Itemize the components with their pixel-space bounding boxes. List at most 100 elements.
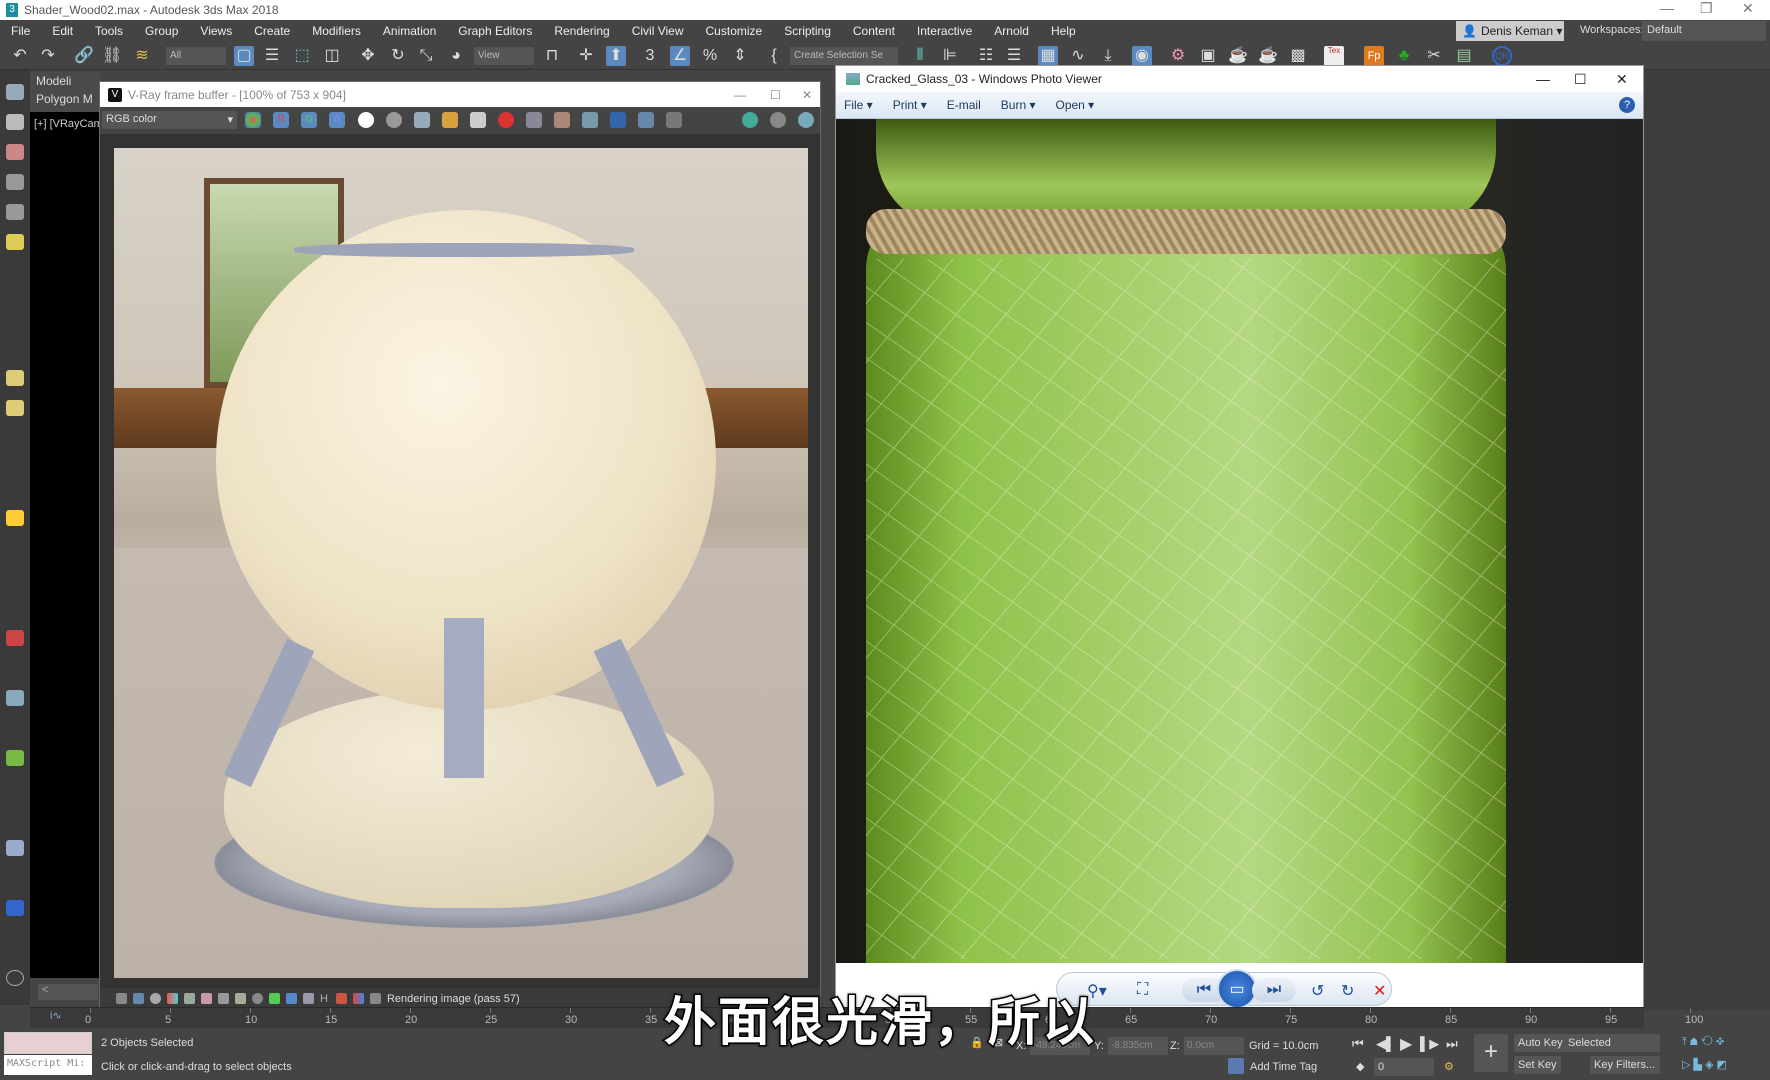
delete-icon[interactable]: ✕: [1373, 981, 1386, 1001]
alpha-icon[interactable]: [358, 112, 374, 128]
info-icon[interactable]: [150, 993, 161, 1004]
region-render-icon[interactable]: [526, 112, 542, 128]
pixel-info-icon[interactable]: [184, 993, 195, 1004]
rendered-frame-window-icon[interactable]: ▣: [1198, 46, 1218, 66]
srgb-icon[interactable]: [269, 993, 280, 1004]
zoom-50-icon[interactable]: [638, 112, 654, 128]
pivot-icon[interactable]: ⊓: [542, 46, 562, 66]
history-icon[interactable]: [116, 993, 127, 1004]
pv-maximize-button[interactable]: ☐: [1574, 71, 1587, 88]
minimize-button[interactable]: —: [1660, 0, 1674, 16]
render-teapot-icon[interactable]: [798, 112, 814, 128]
rotate-clockwise-icon[interactable]: ↻: [1341, 981, 1354, 1001]
edit-named-selection-icon[interactable]: {: [764, 46, 784, 66]
render-iterative-icon[interactable]: ☕: [1258, 46, 1278, 66]
grid-icon[interactable]: [6, 204, 24, 220]
move-icon[interactable]: ✥: [358, 46, 378, 66]
go-to-start-icon[interactable]: ⏮: [1352, 1036, 1364, 1052]
box-icon[interactable]: [6, 174, 24, 190]
unlink-icon[interactable]: ⛓: [102, 46, 122, 66]
sphere-icon[interactable]: [6, 400, 24, 416]
reference-coordinate-dropdown[interactable]: View: [474, 47, 534, 65]
link-icon[interactable]: 🔗: [74, 46, 94, 66]
place-icon[interactable]: ◕: [446, 46, 466, 66]
menu-graph-editors[interactable]: Graph Editors: [447, 24, 543, 38]
menu-rendering[interactable]: Rendering: [543, 24, 620, 38]
pv-menu-file[interactable]: File ▾: [844, 98, 873, 112]
color-channels-icon[interactable]: [245, 112, 261, 128]
workspace-dropdown[interactable]: Default: [1642, 21, 1766, 41]
menu-animation[interactable]: Animation: [372, 24, 447, 38]
teapot-icon[interactable]: [6, 84, 24, 100]
maxscript-listener-output[interactable]: [4, 1032, 92, 1054]
time-slider[interactable]: <: [38, 984, 98, 1000]
pv-menu-open[interactable]: Open ▾: [1055, 98, 1094, 112]
previous-frame-icon[interactable]: ◀▌: [1376, 1036, 1395, 1052]
interactive-render-icon[interactable]: [742, 112, 758, 128]
h-icon[interactable]: H: [320, 993, 328, 1005]
pv-title-bar[interactable]: Cracked_Glass_03 - Windows Photo Viewer …: [836, 66, 1643, 92]
snaps-toggle-icon[interactable]: 3: [640, 46, 660, 66]
maxscript-mini-listener[interactable]: MAXScript Mi:: [4, 1055, 92, 1075]
select-by-name-icon[interactable]: ☰: [262, 46, 282, 66]
current-frame-field[interactable]: 0: [1374, 1058, 1434, 1076]
time-config-icon[interactable]: ⚙: [1444, 1060, 1454, 1073]
foliage-icon[interactable]: [6, 750, 24, 766]
undo-icon[interactable]: ↶: [10, 46, 30, 66]
menu-customize[interactable]: Customize: [695, 24, 774, 38]
rotate-counterclockwise-icon[interactable]: ↺: [1311, 981, 1324, 1001]
viewport-label[interactable]: [+] [VRayCam: [34, 118, 100, 130]
pv-menu-print[interactable]: Print ▾: [893, 98, 927, 112]
render-setup-icon[interactable]: ⚙: [1168, 46, 1188, 66]
globe-icon[interactable]: [6, 690, 24, 706]
next-button[interactable]: ⏭: [1252, 978, 1296, 1002]
render-icon[interactable]: [6, 144, 24, 160]
curve-editor-icon[interactable]: ∿: [1068, 46, 1088, 66]
scale-icon[interactable]: ⤡: [416, 46, 436, 66]
pv-minimize-button[interactable]: —: [1536, 71, 1550, 87]
quad-remesher-icon[interactable]: QR: [1492, 46, 1512, 66]
curve-icon[interactable]: [218, 993, 229, 1004]
redo-icon[interactable]: ↷: [38, 46, 58, 66]
vfb-minimize-button[interactable]: —: [734, 88, 746, 102]
material-editor-icon[interactable]: ◉: [1132, 46, 1152, 66]
ribbon-polygon-modeling[interactable]: Polygon M: [30, 90, 100, 108]
light-icon[interactable]: [6, 234, 24, 250]
zoom-extents-icon[interactable]: ⤒ ☗ ⟲ ✥: [1682, 1036, 1724, 1049]
pv-menu-email[interactable]: E-mail: [947, 98, 981, 112]
red-channel-toggle[interactable]: R: [273, 112, 289, 128]
manipulate-icon[interactable]: ✛: [576, 46, 596, 66]
levels-icon[interactable]: [201, 993, 212, 1004]
mirror-icon[interactable]: ⫴: [910, 46, 930, 66]
render-production-icon[interactable]: ☕: [1228, 46, 1248, 66]
blue-channel-toggle[interactable]: B: [329, 112, 345, 128]
tools-icon[interactable]: ✂: [1424, 46, 1444, 66]
auto-key-button[interactable]: Auto Key: [1514, 1034, 1567, 1052]
vfb-title-bar[interactable]: V V-Ray frame buffer - [100% of 753 x 90…: [100, 82, 820, 107]
lens-icon[interactable]: [352, 993, 364, 1004]
menu-group[interactable]: Group: [134, 24, 189, 38]
pv-close-button[interactable]: ✕: [1616, 71, 1628, 88]
add-time-tag[interactable]: Add Time Tag: [1250, 1061, 1317, 1073]
help-icon[interactable]: [6, 970, 24, 986]
menu-arnold[interactable]: Arnold: [983, 24, 1040, 38]
shapes-icon[interactable]: [6, 114, 24, 130]
field-of-view-icon[interactable]: ▷ ▙ ◈ ◩: [1682, 1058, 1727, 1071]
lens-effects-icon[interactable]: [666, 112, 682, 128]
mono-icon[interactable]: [386, 112, 402, 128]
key-mode-icon[interactable]: ◆: [1356, 1060, 1364, 1073]
selection-filter-dropdown[interactable]: All: [166, 47, 226, 65]
menu-edit[interactable]: Edit: [41, 24, 84, 38]
go-to-end-icon[interactable]: ⏭: [1446, 1036, 1458, 1052]
stereo-icon[interactable]: [335, 993, 347, 1004]
user-account-dropdown[interactable]: 👤 Denis Keman ▾: [1456, 21, 1564, 41]
green-channel-toggle[interactable]: G: [301, 112, 317, 128]
slideshow-button[interactable]: ▭: [1217, 969, 1257, 1009]
render-last-icon[interactable]: [582, 112, 598, 128]
vfb-maximize-button[interactable]: ☐: [770, 88, 781, 102]
menu-file[interactable]: File: [0, 24, 41, 38]
lut-icon[interactable]: [167, 993, 178, 1004]
utility-icon[interactable]: [6, 840, 24, 856]
menu-civil-view[interactable]: Civil View: [621, 24, 695, 38]
color-correction-icon[interactable]: [133, 993, 144, 1004]
